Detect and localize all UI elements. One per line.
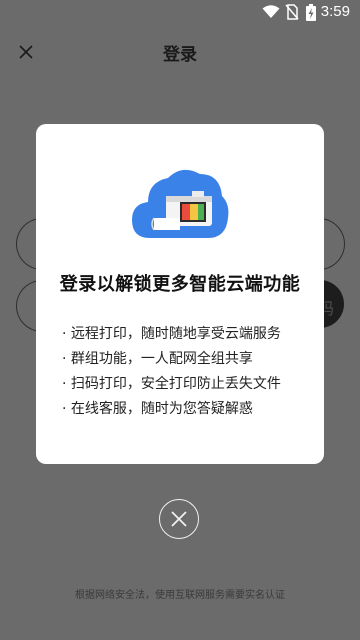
- close-modal-button[interactable]: [159, 499, 199, 539]
- status-time: 3:59: [320, 3, 350, 20]
- cloud-printer-icon: [132, 169, 229, 238]
- feature-item: · 群组功能，一人配网全组共享: [62, 351, 253, 367]
- status-bar: 3:59: [0, 0, 360, 24]
- feature-item: · 远程打印，随时随地享受云端服务: [62, 326, 281, 342]
- footer-note: 根据网络安全法，使用互联网服务需要实名认证: [75, 590, 285, 601]
- close-circle-icon: [171, 511, 187, 527]
- battery-charging-icon: [306, 4, 316, 21]
- modal-title: 登录以解锁更多智能云端功能: [59, 274, 301, 295]
- page-title: 登录: [163, 45, 197, 65]
- feature-list: · 远程打印，随时随地享受云端服务 · 群组功能，一人配网全组共享 · 扫码打印…: [62, 322, 322, 422]
- wifi-icon: [262, 5, 280, 18]
- login-prompt-modal: 登录以解锁更多智能云端功能 · 远程打印，随时随地享受云端服务 · 群组功能，一…: [36, 124, 324, 464]
- feature-item: · 在线客服，随时为您答疑解惑: [62, 401, 253, 417]
- no-sim-icon: [285, 4, 299, 20]
- feature-item: · 扫码打印，安全打印防止丢失文件: [62, 376, 281, 392]
